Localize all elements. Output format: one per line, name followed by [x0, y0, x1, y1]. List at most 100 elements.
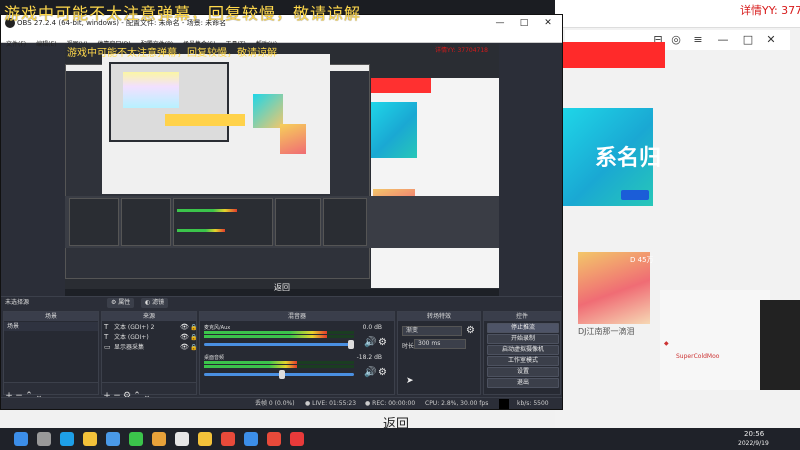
preview-cover-image: [371, 102, 417, 158]
monitor-icon: ▭: [104, 343, 111, 351]
start-recording-button[interactable]: 开始录制: [487, 334, 559, 344]
qq-icon[interactable]: [198, 432, 212, 446]
studio-mode-button[interactable]: 工作室模式: [487, 356, 559, 366]
source-row[interactable]: T 文本 (GDI+) 2 👁 🔒: [104, 323, 197, 332]
source-name: 文本 (GDI+): [114, 334, 149, 341]
app-icon[interactable]: [221, 432, 235, 446]
minimize-icon[interactable]: —: [715, 32, 731, 48]
mixer-channel: 麦克风/Aux 0.0 dB 🔊 ⚙: [204, 324, 390, 354]
netease-icon[interactable]: [290, 432, 304, 446]
volume-meter: [204, 335, 354, 338]
scenes-dock-title: 场景: [4, 312, 98, 321]
meter-fill: [204, 331, 327, 334]
sources-dock-title: 来源: [102, 312, 196, 321]
live-status: ● LIVE: 01:55:23: [305, 398, 356, 410]
dropped-frames: 丢帧 0 (0.0%): [255, 400, 295, 407]
edge-icon[interactable]: [60, 432, 74, 446]
obs-statusbar: 丢帧 0 (0.0%) ● LIVE: 01:55:23 ● REC: 00:0…: [1, 397, 562, 409]
mouse-cursor-icon: ➤: [406, 376, 414, 386]
source-row[interactable]: ▭ 显示器采集 👁 🔒: [104, 343, 197, 352]
nested-dock-mixer: [173, 198, 273, 246]
scene-item[interactable]: 场景: [4, 322, 98, 331]
chrome-icon[interactable]: [152, 432, 166, 446]
search-icon[interactable]: [37, 432, 51, 446]
channel-name: 桌面音频: [204, 355, 225, 361]
speaker-icon[interactable]: 🔊: [364, 367, 376, 378]
maximize-icon[interactable]: □: [512, 15, 536, 31]
virtual-camera-button[interactable]: 启动虚拟摄像机: [487, 345, 559, 355]
settings-button[interactable]: 设置: [487, 367, 559, 377]
wechat-icon[interactable]: [129, 432, 143, 446]
chat-username: SuperColdMoo: [676, 353, 720, 360]
thumbnail-count: D 45万: [630, 256, 654, 264]
download-icon[interactable]: [244, 432, 258, 446]
eye-icon[interactable]: 👁: [180, 333, 189, 342]
nested-dock-scenes: [69, 198, 119, 246]
preview-room-id: 详情YY: 37704718: [435, 47, 489, 54]
scenes-dock-footer: + − ⌃ ⌄: [4, 382, 98, 401]
close-icon[interactable]: ✕: [536, 15, 560, 31]
meter-fill: [204, 361, 297, 364]
source-row[interactable]: T 文本 (GDI+) 👁 🔒: [104, 333, 197, 342]
mixer-channel: 桌面音频 -18.2 dB 🔊 ⚙: [204, 354, 390, 384]
obs-icon[interactable]: [175, 432, 189, 446]
volume-slider-handle[interactable]: [279, 370, 285, 379]
meter-fill: [204, 335, 327, 338]
minimize-icon[interactable]: —: [488, 15, 512, 31]
folder-icon[interactable]: [83, 432, 97, 446]
stream-overlay-text: 游戏中可能不太注意弹幕，回复较慢，敬请谅解: [4, 4, 362, 23]
eye-icon[interactable]: 👁: [180, 323, 189, 332]
store-icon[interactable]: [106, 432, 120, 446]
nested-preview-bar: [165, 114, 245, 126]
obs-preview[interactable]: 游戏中可能不太注意弹幕，回复较慢，敬请谅解 详情YY: 37704718 返回: [65, 44, 499, 296]
properties-label: 属性: [118, 299, 131, 306]
menu-edit[interactable]: 编辑(E): [31, 39, 61, 51]
taskbar-date[interactable]: 2022/9/19: [738, 440, 769, 447]
rec-status: ● REC: 00:00:00: [365, 398, 415, 410]
volume-meter: [204, 331, 354, 334]
preview-back-label: 返回: [274, 283, 290, 292]
preview-red-toolbar: [371, 78, 431, 93]
live-time: LIVE: 01:55:23: [312, 400, 357, 407]
cover-badge: [621, 190, 649, 200]
obs-menubar: 文件(F)编辑(E)视图(V)停靠窗口(D)配置文件(P)场景集合(S)工具(T…: [1, 31, 562, 48]
controller-icon[interactable]: ◎: [668, 32, 684, 48]
nested-dock-sources: [121, 198, 171, 246]
thumbnail-caption[interactable]: DJ江南那一滴泪: [578, 326, 635, 337]
rec-time: REC: 00:00:00: [372, 400, 416, 407]
exit-button[interactable]: 退出: [487, 378, 559, 388]
eye-icon[interactable]: 👁: [180, 343, 189, 352]
nested-dock-controls: [323, 198, 367, 246]
nested-meter: [177, 209, 237, 212]
music-icon[interactable]: [267, 432, 281, 446]
taskbar-clock[interactable]: 20:56: [744, 430, 764, 438]
maximize-icon[interactable]: □: [740, 32, 756, 48]
status-square: [499, 399, 509, 409]
lock-icon[interactable]: 🔒: [190, 323, 197, 332]
sources-dock: 来源 T 文本 (GDI+) 2 👁 🔒 T 文本 (GDI+) 👁 🔒 ▭ 显…: [101, 311, 197, 401]
duration-input[interactable]: 300 ms: [414, 339, 466, 349]
windows-taskbar: [0, 428, 800, 450]
obs-window: OBS 27.2.4 (64-bit, windows) - 配置文件: 未命名…: [0, 14, 563, 410]
close-icon[interactable]: ✕: [763, 32, 779, 48]
gear-icon[interactable]: ⚙: [378, 367, 387, 378]
nested-preview-image-2: [280, 124, 306, 154]
windows-icon[interactable]: [14, 432, 28, 446]
gear-icon[interactable]: ⚙: [378, 337, 387, 348]
menu-file[interactable]: 文件(F): [1, 39, 31, 51]
volume-slider-handle[interactable]: [348, 340, 354, 349]
chat-panel: [660, 290, 770, 390]
controls-dock: 控件 停止推流 开始录制 启动虚拟摄像机 工作室模式 设置 退出: [483, 311, 561, 395]
filters-button[interactable]: ◐ 滤镜: [141, 298, 169, 308]
sources-dock-footer: + − ⚙ ⌃ ⌄: [102, 382, 196, 401]
transition-select[interactable]: 渐变: [402, 326, 462, 336]
mixer-dock-title: 混音器: [200, 312, 394, 321]
lock-icon[interactable]: 🔒: [190, 333, 197, 342]
volume-slider[interactable]: [204, 343, 354, 346]
lock-icon[interactable]: 🔒: [190, 343, 197, 352]
speaker-icon[interactable]: 🔊: [364, 337, 376, 348]
gear-icon[interactable]: ⚙: [466, 325, 475, 336]
stop-streaming-button[interactable]: 停止推流: [487, 323, 559, 333]
menu-icon[interactable]: ≡: [690, 32, 706, 48]
properties-button[interactable]: ⚙ 属性: [107, 298, 135, 308]
